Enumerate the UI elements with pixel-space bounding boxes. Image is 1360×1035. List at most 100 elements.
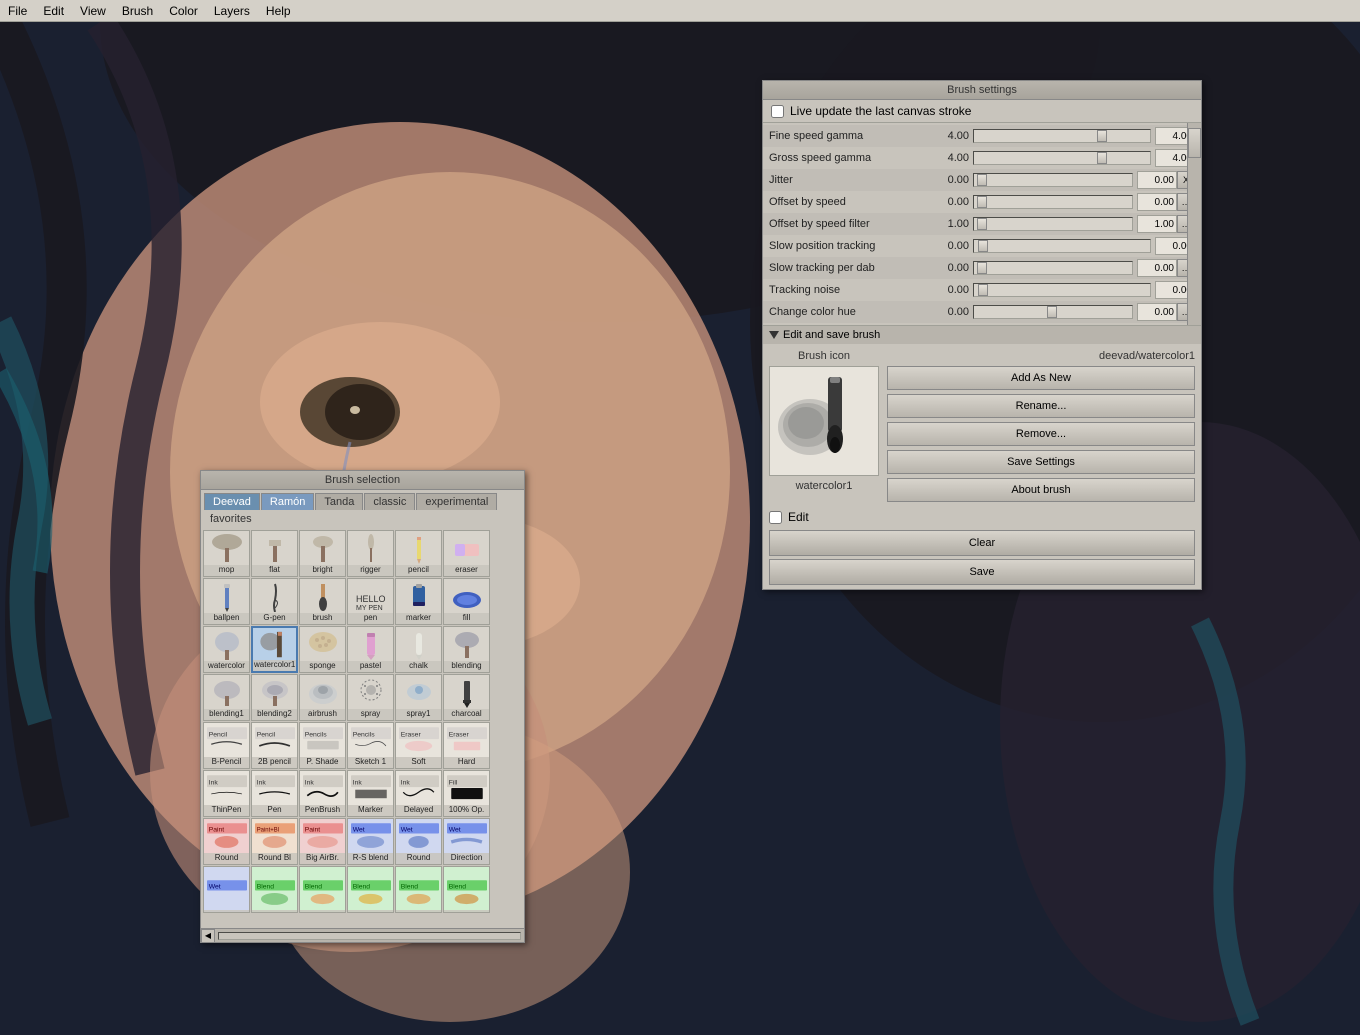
settings-scrollbar[interactable] bbox=[1187, 123, 1201, 325]
brush-mop[interactable]: mop bbox=[203, 530, 250, 577]
add-as-new-button[interactable]: Add As New bbox=[887, 366, 1195, 390]
offset-speed-slider[interactable] bbox=[973, 195, 1133, 209]
clear-button[interactable]: Clear bbox=[769, 530, 1195, 556]
brush-chalk[interactable]: chalk bbox=[395, 626, 442, 673]
about-brush-button[interactable]: About brush bbox=[887, 478, 1195, 502]
gross-speed-slider[interactable] bbox=[973, 151, 1151, 165]
jitter-slider[interactable] bbox=[973, 173, 1133, 187]
menu-color[interactable]: Color bbox=[161, 2, 206, 20]
scroll-left-arrow[interactable]: ◀ bbox=[201, 929, 215, 943]
slow-pos-slider[interactable] bbox=[973, 239, 1151, 253]
brush-blend-1[interactable]: Blend bbox=[251, 866, 298, 913]
brush-blending2[interactable]: blending2 bbox=[251, 674, 298, 721]
edit-save-header[interactable]: Edit and save brush bbox=[763, 326, 1201, 344]
brush-blend-4[interactable]: Blend bbox=[395, 866, 442, 913]
brush-rigger-label: rigger bbox=[348, 565, 393, 576]
menu-file[interactable]: File bbox=[0, 2, 35, 20]
menu-brush[interactable]: Brush bbox=[114, 2, 161, 20]
offset-speed-input[interactable] bbox=[1137, 193, 1177, 211]
tab-classic[interactable]: classic bbox=[364, 493, 415, 510]
live-update-checkbox[interactable] bbox=[771, 105, 784, 118]
brush-marker[interactable]: marker bbox=[395, 578, 442, 625]
save-button[interactable]: Save bbox=[769, 559, 1195, 585]
brush-wet-round[interactable]: Wet Round bbox=[395, 818, 442, 865]
brush-blend-3[interactable]: Blend bbox=[347, 866, 394, 913]
brush-icon-label: Brush icon bbox=[798, 350, 850, 362]
brush-marker-ink[interactable]: Ink Marker bbox=[347, 770, 394, 817]
brush-paint-round[interactable]: Paint Round bbox=[203, 818, 250, 865]
jitter-value: 0.00 bbox=[929, 174, 969, 186]
brush-p-shade[interactable]: Pencils P. Shade bbox=[299, 722, 346, 769]
jitter-input[interactable] bbox=[1137, 171, 1177, 189]
tab-deevad[interactable]: Deevad bbox=[204, 493, 260, 510]
brush-pen-ink[interactable]: Ink Pen bbox=[251, 770, 298, 817]
brush-penbrush[interactable]: Ink PenBrush bbox=[299, 770, 346, 817]
tab-experimental[interactable]: experimental bbox=[416, 493, 497, 510]
edit-checkbox[interactable] bbox=[769, 511, 782, 524]
brush-airbrush[interactable]: airbrush bbox=[299, 674, 346, 721]
brush-blending[interactable]: blending bbox=[443, 626, 490, 673]
brush-row-8: Wet Blend Blend bbox=[203, 866, 522, 913]
offset-filter-slider[interactable] bbox=[973, 217, 1133, 231]
menu-layers[interactable]: Layers bbox=[206, 2, 258, 20]
brush-delayed[interactable]: Ink Delayed bbox=[395, 770, 442, 817]
edit-checkbox-label: Edit bbox=[788, 510, 809, 524]
brush-pencil[interactable]: pencil bbox=[395, 530, 442, 577]
track-noise-slider[interactable] bbox=[973, 283, 1151, 297]
hue-slider[interactable] bbox=[973, 305, 1133, 319]
brush-pen[interactable]: HELLO MY PEN pen bbox=[347, 578, 394, 625]
brush-charcoal[interactable]: charcoal bbox=[443, 674, 490, 721]
svg-text:Wet: Wet bbox=[352, 827, 364, 834]
brush-spray[interactable]: spray bbox=[347, 674, 394, 721]
brush-bright[interactable]: bright bbox=[299, 530, 346, 577]
brush-eraser-hard[interactable]: Eraser Hard bbox=[443, 722, 490, 769]
brush-blend-2[interactable]: Blend bbox=[299, 866, 346, 913]
brush-2b-pencil[interactable]: Pencil 2B pencil bbox=[251, 722, 298, 769]
brush-fill-100[interactable]: Fill 100% Op. bbox=[443, 770, 490, 817]
offset-filter-input[interactable] bbox=[1137, 215, 1177, 233]
brush-rs-blend-label: R-S blend bbox=[348, 853, 393, 864]
brush-big-airbrush[interactable]: Paint Big AirBr. bbox=[299, 818, 346, 865]
brush-b-pencil[interactable]: Pencil B-Pencil bbox=[203, 722, 250, 769]
brush-paint-round-bl[interactable]: Paint+Bl Round Bl bbox=[251, 818, 298, 865]
subtab-favorites[interactable]: favorites bbox=[204, 512, 258, 526]
tab-tanda[interactable]: Tanda bbox=[315, 493, 363, 510]
save-settings-button[interactable]: Save Settings bbox=[887, 450, 1195, 474]
brush-gpen[interactable]: G-pen bbox=[251, 578, 298, 625]
fine-speed-slider[interactable] bbox=[973, 129, 1151, 143]
brush-blending1[interactable]: blending1 bbox=[203, 674, 250, 721]
fine-speed-label: Fine speed gamma bbox=[769, 130, 929, 142]
brush-paint-roundbl-label: Round Bl bbox=[252, 853, 297, 864]
brush-eraser-soft[interactable]: Eraser Soft bbox=[395, 722, 442, 769]
brush-watercolor1[interactable]: watercolor1 bbox=[251, 626, 298, 673]
settings-scrollbar-thumb[interactable] bbox=[1188, 128, 1201, 158]
brush-flat[interactable]: flat bbox=[251, 530, 298, 577]
brush-spray1[interactable]: spray1 bbox=[395, 674, 442, 721]
brush-blend-5-label bbox=[444, 910, 489, 912]
brush-fill[interactable]: fill bbox=[443, 578, 490, 625]
slow-track-input[interactable] bbox=[1137, 259, 1177, 277]
tab-ramon[interactable]: Ramón bbox=[261, 493, 314, 510]
menu-edit[interactable]: Edit bbox=[35, 2, 72, 20]
brush-ballpen[interactable]: ballpen bbox=[203, 578, 250, 625]
menu-view[interactable]: View bbox=[72, 2, 114, 20]
slow-track-slider[interactable] bbox=[973, 261, 1133, 275]
brush-rigger[interactable]: rigger bbox=[347, 530, 394, 577]
brush-sponge[interactable]: sponge bbox=[299, 626, 346, 673]
brush-thinpen[interactable]: Ink ThinPen bbox=[203, 770, 250, 817]
brush-eraser[interactable]: eraser bbox=[443, 530, 490, 577]
brush-wet-direction[interactable]: Wet Direction bbox=[443, 818, 490, 865]
svg-text:Pencils: Pencils bbox=[352, 732, 375, 739]
brush-blend-5[interactable]: Blend bbox=[443, 866, 490, 913]
brush-rs-blend[interactable]: Wet R-S blend bbox=[347, 818, 394, 865]
remove-button[interactable]: Remove... bbox=[887, 422, 1195, 446]
rename-button[interactable]: Rename... bbox=[887, 394, 1195, 418]
svg-text:Pencils: Pencils bbox=[304, 732, 327, 739]
brush-wet-2[interactable]: Wet bbox=[203, 866, 250, 913]
brush-brush[interactable]: brush bbox=[299, 578, 346, 625]
brush-sketch1[interactable]: Pencils Sketch 1 bbox=[347, 722, 394, 769]
brush-pastel[interactable]: pastel bbox=[347, 626, 394, 673]
brush-watercolor[interactable]: watercolor bbox=[203, 626, 250, 673]
menu-help[interactable]: Help bbox=[258, 2, 299, 20]
hue-input[interactable] bbox=[1137, 303, 1177, 321]
